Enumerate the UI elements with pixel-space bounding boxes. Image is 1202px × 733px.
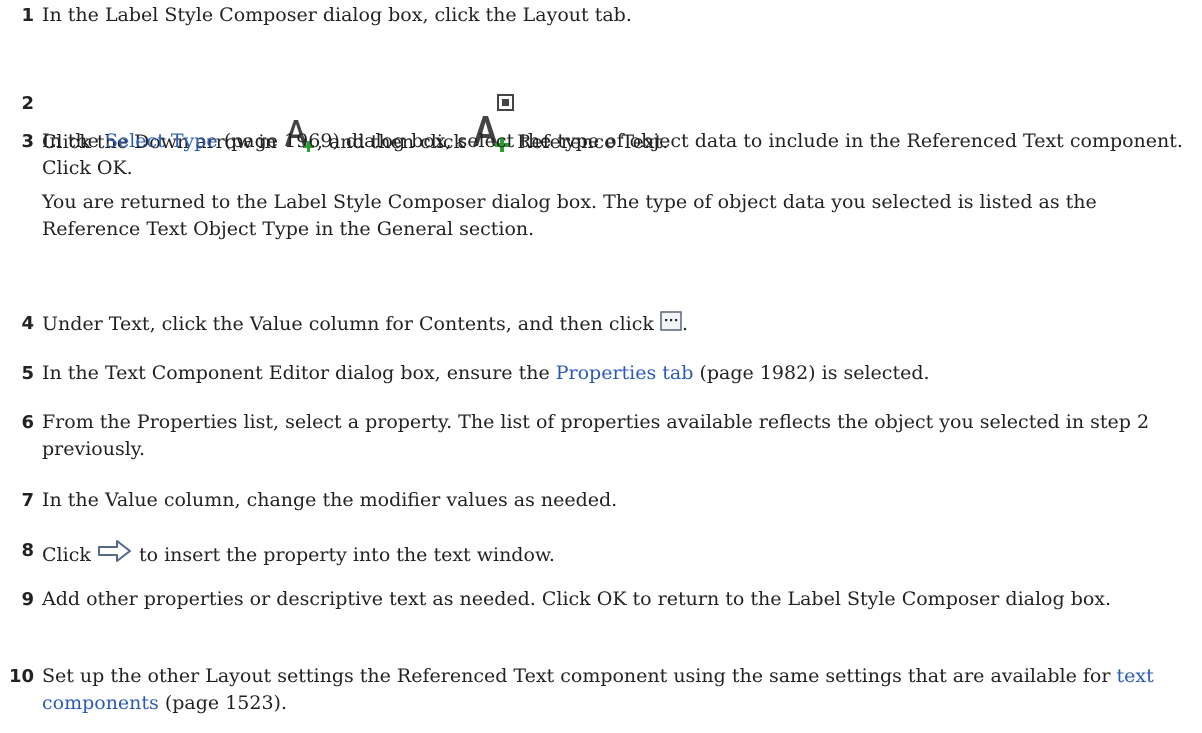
step-10: 10 Set up the other Layout settings the …: [8, 663, 1192, 717]
insert-arrow-icon: [97, 539, 133, 563]
step-text-cont: to insert the property into the text win…: [138, 544, 555, 566]
step-text: Click: [42, 544, 91, 566]
step-1: 1 In the Label Style Composer dialog box…: [8, 2, 1192, 29]
select-type-link[interactable]: Select Type: [105, 130, 218, 152]
ellipsis-button-icon: [660, 311, 682, 331]
step-3: 3 In the Select Type (page 1969) dialog …: [8, 128, 1192, 243]
step-note: You are returned to the Label Style Comp…: [42, 191, 1097, 240]
step-text: In the Value column, change the modifier…: [42, 489, 618, 511]
step-7: 7 In the Value column, change the modifi…: [8, 487, 1192, 514]
step-text-cont: (page 1982) is selected.: [699, 362, 930, 384]
step-number: 10: [8, 666, 34, 687]
step-text-cont: (page 1523).: [164, 692, 288, 714]
step-6: 6 From the Properties list, select a pro…: [8, 409, 1192, 463]
step-number: 1: [21, 5, 34, 26]
step-number: 7: [21, 490, 34, 511]
step-text: Set up the other Layout settings the Ref…: [42, 665, 1111, 687]
step-text: In the Label Style Composer dialog box, …: [42, 4, 632, 26]
step-5: 5 In the Text Component Editor dialog bo…: [8, 360, 1192, 387]
step-4: 4 Under Text, click the Value column for…: [8, 310, 1192, 338]
step-number: 9: [21, 589, 34, 610]
step-number: 5: [21, 363, 34, 384]
step-text-end: .: [681, 313, 688, 335]
step-text: In the Text Component Editor dialog box,…: [42, 362, 550, 384]
step-number: 8: [21, 540, 34, 561]
step-number: 6: [21, 412, 34, 433]
step-number: 4: [21, 313, 34, 334]
step-9: 9 Add other properties or descriptive te…: [8, 586, 1192, 613]
step-number: 3: [21, 131, 34, 152]
step-text: Under Text, click the Value column for C…: [42, 313, 654, 335]
step-text: In the: [42, 130, 99, 152]
step-8: 8 Click to insert the property into the …: [8, 537, 1192, 569]
step-number: 2: [21, 93, 34, 114]
step-text: Add other properties or descriptive text…: [42, 588, 1112, 610]
properties-tab-link[interactable]: Properties tab: [556, 362, 694, 384]
step-text: From the Properties list, select a prope…: [42, 411, 1150, 460]
